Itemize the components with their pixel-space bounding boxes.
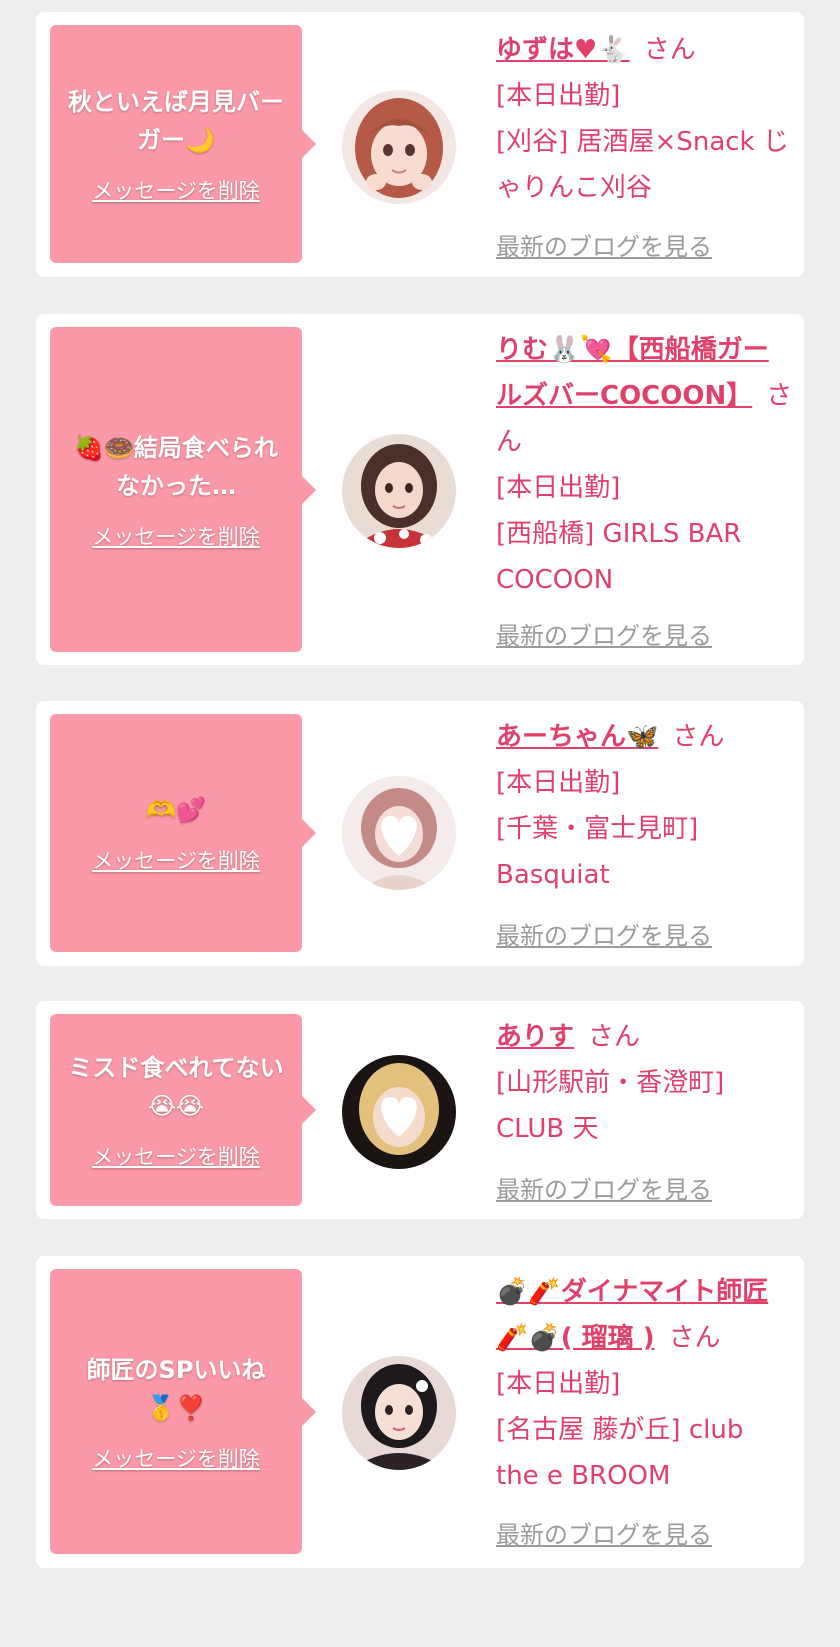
status-badge: [本日出勤] xyxy=(496,1369,621,1399)
sender-name-link[interactable]: ゆずは♥🐇 xyxy=(496,35,630,65)
message-card: 師匠のSPいいね🥇❣️ メッセージを削除 💣🧨ダイナマイト師匠🧨💣( 瑠璃 ) さ… xyxy=(36,1256,804,1568)
honorific-label: さん xyxy=(643,35,696,65)
message-text: 🍓🍩結局食べられなかった… xyxy=(74,433,278,500)
latest-blog-link[interactable]: 最新のブログを見る xyxy=(496,916,712,951)
honorific-label: さん xyxy=(668,1323,721,1353)
status-badge: [本日出勤] xyxy=(496,768,621,798)
sender-info: あーちゃん🦋 さん [本日出勤] [千葉・富士見町] Basquiat xyxy=(496,714,794,898)
sender-name-link[interactable]: 💣🧨ダイナマイト師匠🧨💣( 瑠璃 ) xyxy=(496,1277,768,1353)
honorific-label: さん xyxy=(588,1022,641,1052)
message-list: 秋といえば月見バーガー🌙 メッセージを削除 ゆずは♥🐇 さん [本日出勤] [刈谷… xyxy=(0,0,840,1647)
message-card: ミスド食べれてない😭😭 メッセージを削除 ありす さん [山形駅前・香澄町] CL… xyxy=(36,1001,804,1219)
latest-blog-link[interactable]: 最新のブログを見る xyxy=(496,1170,712,1205)
sender-info: ゆずは♥🐇 さん [本日出勤] [刈谷] 居酒屋×Snack じゃりんこ刈谷 xyxy=(496,27,794,211)
latest-blog-link[interactable]: 最新のブログを見る xyxy=(496,1515,712,1550)
delete-message-link[interactable]: メッセージを削除 xyxy=(92,175,260,205)
delete-message-link[interactable]: メッセージを削除 xyxy=(92,845,260,875)
honorific-label: さん xyxy=(672,722,725,752)
sender-info: ありす さん [山形駅前・香澄町] CLUB 天 xyxy=(496,1014,794,1152)
sender-info: りむ🐰💘【西船橋ガールズバーCOCOON】 さん [本日出勤] [西船橋] GIR… xyxy=(496,327,794,603)
delete-message-link[interactable]: メッセージを削除 xyxy=(92,1443,260,1473)
shop-label: [千葉・富士見町] Basquiat xyxy=(496,814,699,890)
latest-blog-link[interactable]: 最新のブログを見る xyxy=(496,227,712,262)
shop-label: [山形駅前・香澄町] CLUB 天 xyxy=(496,1068,725,1144)
message-text: ミスド食べれてない😭😭 xyxy=(68,1054,284,1120)
message-card: 秋といえば月見バーガー🌙 メッセージを削除 ゆずは♥🐇 さん [本日出勤] [刈谷… xyxy=(36,12,804,277)
sender-name-link[interactable]: あーちゃん🦋 xyxy=(496,722,658,752)
sender-info: 💣🧨ダイナマイト師匠🧨💣( 瑠璃 ) さん [本日出勤] [名古屋 藤が丘] cl… xyxy=(496,1269,794,1499)
avatar[interactable] xyxy=(342,1356,456,1470)
delete-message-link[interactable]: メッセージを削除 xyxy=(92,1141,260,1171)
status-badge: [本日出勤] xyxy=(496,473,621,503)
sender-name-link[interactable]: ありす xyxy=(496,1022,574,1052)
message-card: 🍓🍩結局食べられなかった… メッセージを削除 りむ🐰💘【西船橋ガールズバーCOC… xyxy=(36,314,804,665)
latest-blog-link[interactable]: 最新のブログを見る xyxy=(496,616,712,651)
avatar[interactable] xyxy=(342,90,456,204)
avatar[interactable] xyxy=(342,776,456,890)
message-card: 🫶💕 メッセージを削除 あーちゃん🦋 さん [本日出勤] [千葉・富士見町] Ba… xyxy=(36,701,804,966)
message-bubble: 🫶💕 メッセージを削除 xyxy=(50,714,316,952)
avatar[interactable] xyxy=(342,1055,456,1169)
message-bubble: 師匠のSPいいね🥇❣️ メッセージを削除 xyxy=(50,1269,316,1554)
message-bubble: 🍓🍩結局食べられなかった… メッセージを削除 xyxy=(50,327,316,652)
shop-label: [名古屋 藤が丘] club the e BROOM xyxy=(496,1415,744,1491)
delete-message-link[interactable]: メッセージを削除 xyxy=(92,521,260,551)
sender-name-link[interactable]: りむ🐰💘【西船橋ガールズバーCOCOON】 xyxy=(496,335,769,411)
message-text: 師匠のSPいいね🥇❣️ xyxy=(86,1355,266,1422)
shop-label: [刈谷] 居酒屋×Snack じゃりんこ刈谷 xyxy=(496,127,789,203)
message-text: 🫶💕 xyxy=(146,796,206,824)
avatar[interactable] xyxy=(342,434,456,548)
message-bubble: 秋といえば月見バーガー🌙 メッセージを削除 xyxy=(50,25,316,263)
shop-label: [西船橋] GIRLS BAR COCOON xyxy=(496,519,742,595)
message-bubble: ミスド食べれてない😭😭 メッセージを削除 xyxy=(50,1014,316,1206)
message-text: 秋といえば月見バーガー🌙 xyxy=(68,88,284,154)
status-badge: [本日出勤] xyxy=(496,81,621,111)
